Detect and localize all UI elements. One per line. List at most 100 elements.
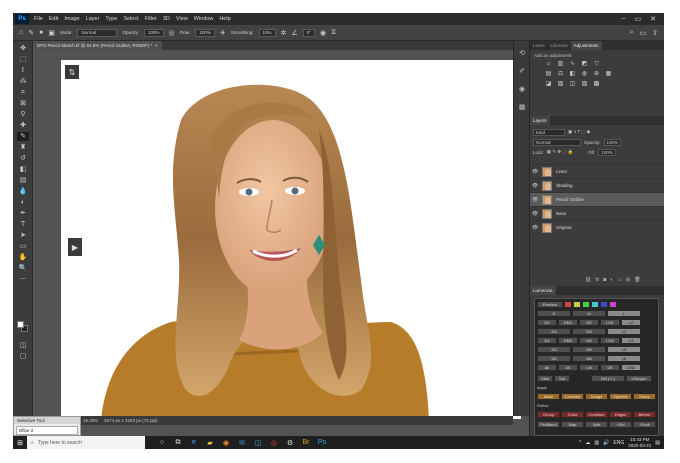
network-icon[interactable]: ▥ xyxy=(594,440,599,446)
workspace-icon[interactable]: ▭ xyxy=(640,29,647,37)
photoshop-taskbar-icon[interactable]: Ps xyxy=(317,439,327,447)
edge-icon[interactable]: e xyxy=(189,439,199,447)
minimize-button[interactable]: – xyxy=(622,15,626,23)
menu-help[interactable]: Help xyxy=(216,16,233,22)
menu-file[interactable]: File xyxy=(31,16,46,22)
layer-row[interactable]: 👁 Base xyxy=(530,206,664,220)
brush-panel-icon[interactable]: ✐ xyxy=(517,67,527,77)
language-indicator[interactable]: ENG xyxy=(613,440,624,446)
layer-row[interactable]: 👁 Original xyxy=(530,220,664,234)
new-layer-icon[interactable]: ⊞ xyxy=(626,277,630,283)
eraser-tool-icon[interactable]: ◧ xyxy=(17,165,29,174)
lum-button[interactable]: D4 xyxy=(537,337,557,344)
tab-libraries[interactable]: Libraries xyxy=(548,41,571,50)
chrome-icon[interactable]: ◎ xyxy=(269,439,279,447)
lum-button[interactable]: L6 xyxy=(607,355,641,362)
shape-tool-icon[interactable]: ▭ xyxy=(17,242,29,251)
opacity-field[interactable]: 100% xyxy=(144,28,164,37)
eye-icon[interactable]: 👁 xyxy=(530,183,540,189)
document-canvas[interactable] xyxy=(61,60,521,419)
dodl-button[interactable]: +Dodl xyxy=(633,421,656,428)
menu-window[interactable]: Window xyxy=(191,16,217,22)
brush-settings-icon[interactable]: ▣ xyxy=(48,29,55,37)
layer-row-selected[interactable]: 👁 Pencil Outline xyxy=(530,192,664,206)
split-button[interactable]: Split xyxy=(585,421,608,428)
lum-button[interactable]: D3 xyxy=(537,328,571,335)
vibrance-icon[interactable]: ▽ xyxy=(592,61,601,68)
preview-select[interactable]: Preview xyxy=(537,301,563,308)
vignette-button[interactable]: Vignette xyxy=(609,393,632,400)
screen-mode-icon[interactable]: ▢ xyxy=(17,352,29,361)
mask-icon[interactable]: ◙ xyxy=(603,277,606,283)
history-panel-icon[interactable]: ⟲ xyxy=(517,49,527,59)
lum-button[interactable]: D xyxy=(537,310,571,317)
adjustment-layer-icon[interactable]: ◐ xyxy=(610,277,613,283)
menu-image[interactable]: Image xyxy=(61,16,82,22)
lasso-tool-icon[interactable]: ℓ xyxy=(17,66,29,75)
hand-tool-icon[interactable]: ✋ xyxy=(17,253,29,262)
cloud-icon[interactable]: ☁ xyxy=(585,440,590,446)
eye-icon[interactable]: 👁 xyxy=(530,225,540,231)
foreground-color-swatch[interactable] xyxy=(17,321,24,328)
share-icon[interactable]: ⇪ xyxy=(652,29,658,37)
dodge-button[interactable]: Dodge xyxy=(585,393,608,400)
document-tab[interactable]: DPS Pencil Sketch.tif @ 61.6% (Pencil Ou… xyxy=(33,41,162,50)
lum-button[interactable]: M xyxy=(572,310,606,317)
yellow-swatch[interactable] xyxy=(573,301,581,308)
range-button[interactable]: <Range> xyxy=(626,375,652,382)
lum-button[interactable]: M2 xyxy=(579,319,599,326)
lum-button[interactable]: LM2 xyxy=(621,364,641,371)
smoothing-options-icon[interactable]: ✲ xyxy=(281,29,287,37)
dodge-tool-icon[interactable]: ◐ xyxy=(17,198,29,207)
hue-sat-icon[interactable]: ▤ xyxy=(544,71,553,78)
volume-icon[interactable]: 🔊 xyxy=(603,440,609,446)
channel-mixer-icon[interactable]: ⊕ xyxy=(592,71,601,78)
zoom-status[interactable]: 16.39% xyxy=(83,418,98,423)
mask-button[interactable]: Mask xyxy=(537,393,560,400)
levels-icon[interactable]: ▥ xyxy=(556,61,565,68)
smoothing-field[interactable]: 10% xyxy=(258,28,276,37)
curves-icon[interactable]: ∿ xyxy=(568,61,577,68)
path-select-tool-icon[interactable]: ➤ xyxy=(17,231,29,240)
blue-swatch[interactable] xyxy=(600,301,608,308)
menu-type[interactable]: Type xyxy=(102,16,120,22)
eye-icon[interactable]: 👁 xyxy=(530,211,540,217)
mode-select[interactable]: Normal xyxy=(77,28,118,37)
type-tool-icon[interactable]: T xyxy=(17,220,29,229)
sharp-button[interactable]: Sharp xyxy=(633,393,656,400)
lum-button[interactable]: L3 xyxy=(607,328,641,335)
group-button[interactable]: Group xyxy=(537,411,560,418)
task-view-icon[interactable]: ⧉ xyxy=(173,439,183,447)
home-icon[interactable]: ⌂ xyxy=(19,29,23,36)
black-white-icon[interactable]: ◧ xyxy=(568,71,577,78)
diff-button[interactable]: Diff (+/-) xyxy=(591,375,625,382)
marquee-tool-icon[interactable]: ⬚ xyxy=(17,55,29,64)
photo-filter-icon[interactable]: ◍ xyxy=(580,71,589,78)
eye-icon[interactable]: 👁 xyxy=(530,197,540,203)
windows-start-icon[interactable]: ⊞ xyxy=(13,436,27,449)
lum-button[interactable]: Dfl xyxy=(600,364,620,371)
brush-tool-icon[interactable]: ✎ xyxy=(17,132,29,141)
tray-chevron-icon[interactable]: ^ xyxy=(579,440,581,446)
lum-button[interactable]: All xyxy=(537,364,557,371)
menu-layer[interactable]: Layer xyxy=(83,16,103,22)
eyedropper-tool-icon[interactable]: ⚲ xyxy=(17,110,29,119)
kind-filter[interactable]: Kind xyxy=(533,128,565,136)
lum-button[interactable]: LM1 xyxy=(600,319,620,326)
settings-icon[interactable]: ⚙ xyxy=(285,439,295,447)
contrast-button[interactable]: Contrast xyxy=(561,393,584,400)
selective-color-icon[interactable]: ▩ xyxy=(592,81,601,88)
gradient-tool-icon[interactable]: ▤ xyxy=(17,176,29,185)
lum-button[interactable]: L4 xyxy=(621,337,641,344)
lum-button[interactable]: M5 xyxy=(572,346,606,353)
posterize-icon[interactable]: ▧ xyxy=(556,81,565,88)
close-button[interactable]: ✕ xyxy=(650,15,656,23)
clock[interactable]: 10:43 PM 2020-03-21 xyxy=(628,437,651,448)
lock-icons[interactable]: ▦ ✎ ✥ ⬚ 🔒 xyxy=(547,149,574,155)
magenta-swatch[interactable] xyxy=(609,301,617,308)
lum-button[interactable]: M3 xyxy=(572,328,606,335)
bridge-icon[interactable]: Br xyxy=(301,439,311,447)
close-tab-icon[interactable]: × xyxy=(155,43,158,48)
frame-tool-icon[interactable]: ⊠ xyxy=(17,99,29,108)
exposure-icon[interactable]: ◩ xyxy=(580,61,589,68)
